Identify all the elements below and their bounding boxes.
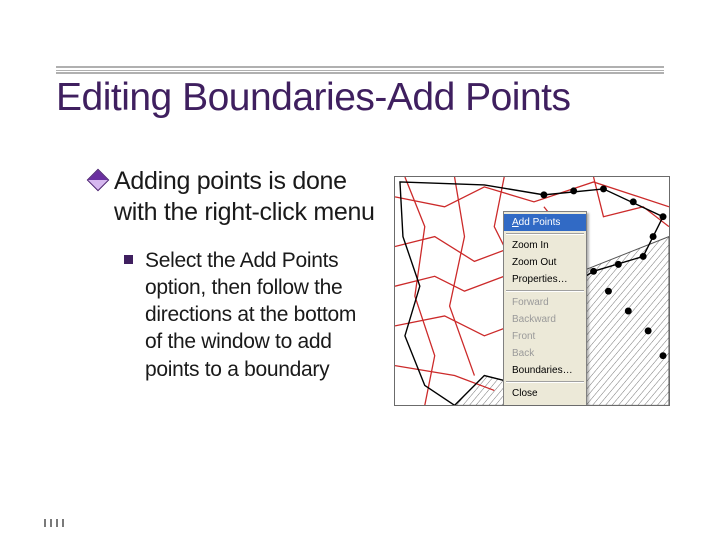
menu-item-save[interactable]: Save [504, 402, 586, 406]
title-rule [56, 66, 664, 74]
menu-item-back[interactable]: Back [504, 345, 586, 362]
diamond-bullet-icon [87, 169, 110, 192]
slide: Editing Boundaries-Add Points Adding poi… [0, 0, 720, 540]
footer-tick-icon [44, 514, 84, 526]
menu-label: dd Points [519, 217, 561, 228]
menu-item-add-points[interactable]: Add Points [504, 214, 586, 231]
sub-bullet-list: Select the Add Points option, then follo… [124, 247, 376, 383]
menu-separator [506, 381, 584, 383]
menu-item-zoom-in[interactable]: Zoom In [504, 237, 586, 254]
menu-item-properties[interactable]: Properties… [504, 271, 586, 288]
square-bullet-icon [124, 255, 133, 264]
menu-item-boundaries[interactable]: Boundaries… [504, 362, 586, 379]
sub-bullet-text: Select the Add Points option, then follo… [145, 247, 376, 383]
menu-item-forward[interactable]: Forward [504, 294, 586, 311]
menu-item-close[interactable]: Close [504, 385, 586, 402]
bullet-level2: Select the Add Points option, then follo… [124, 247, 376, 383]
menu-item-backward[interactable]: Backward [504, 311, 586, 328]
menu-item-zoom-out[interactable]: Zoom Out [504, 254, 586, 271]
menu-mnemonic: A [512, 217, 519, 228]
title-block: Editing Boundaries-Add Points [56, 76, 666, 120]
menu-separator [506, 290, 584, 292]
bullet-text: Adding points is done with the right-cli… [114, 166, 376, 229]
map-screenshot: Add Points Zoom In Zoom Out Properties… … [394, 176, 670, 406]
menu-item-front[interactable]: Front [504, 328, 586, 345]
menu-separator [506, 233, 584, 235]
slide-title: Editing Boundaries-Add Points [56, 76, 666, 120]
context-menu: Add Points Zoom In Zoom Out Properties… … [503, 211, 587, 406]
content-area: Adding points is done with the right-cli… [90, 166, 376, 383]
bullet-level1: Adding points is done with the right-cli… [90, 166, 376, 229]
